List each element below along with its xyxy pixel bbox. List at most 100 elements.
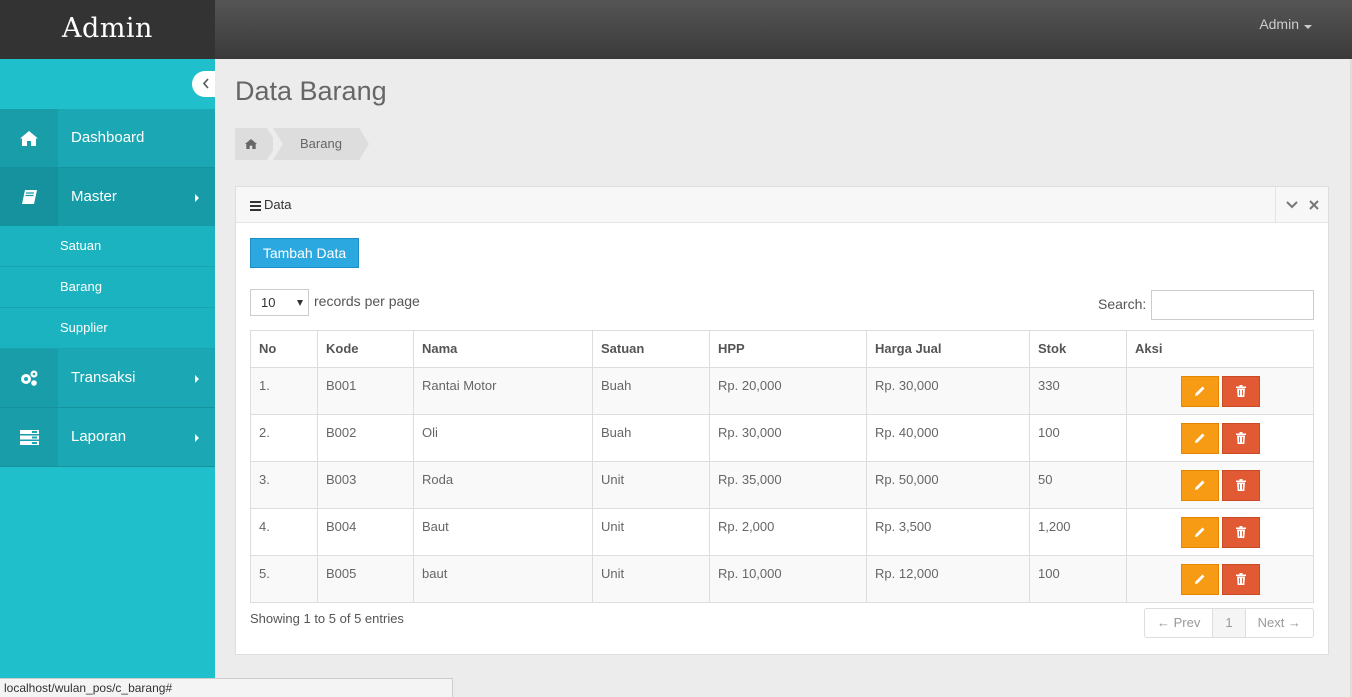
table-cell: Rp. 50,000 [866,461,1030,509]
edit-button[interactable] [1180,470,1219,501]
table-cell: B002 [317,414,414,462]
page-size-select[interactable]: 10 [250,289,309,316]
column-header[interactable]: No [250,330,318,368]
sidebar-item-label: Dashboard [71,129,145,146]
caret-right-icon [195,375,199,383]
panel-title-text: Data [264,197,292,212]
column-header[interactable]: Stok [1029,330,1127,368]
list-icon [0,408,58,466]
sidebar-item-label: Master [71,188,117,205]
edit-button[interactable] [1180,423,1219,454]
trash-icon [1235,432,1246,444]
delete-button[interactable] [1221,517,1260,548]
user-menu[interactable]: Admin [1259,16,1312,32]
prev-button[interactable]: ← Prev [1145,609,1212,637]
brand-logo[interactable]: Admin [0,0,215,59]
bars-icon [250,200,261,211]
table-row: 4. B004 Baut Unit Rp. 2,000 Rp. 3,500 1,200 [250,508,1314,556]
breadcrumb-home[interactable] [235,128,277,160]
sidebar-item-label: Transaksi [71,369,136,386]
row-actions [1126,508,1314,556]
table-cell: 330 [1029,367,1127,415]
panel-tools [1275,187,1328,222]
home-icon [245,139,257,149]
column-header[interactable]: Nama [413,330,593,368]
chevron-down-icon[interactable] [1285,200,1298,209]
table-cell: Rantai Motor [413,367,593,415]
edit-button[interactable] [1180,376,1219,407]
delete-button[interactable] [1221,423,1260,454]
next-button[interactable]: Next → [1246,609,1313,637]
panel-header: Data [236,187,1328,223]
table-cell: Unit [592,461,710,509]
home-icon [0,109,58,167]
breadcrumb-item-barang[interactable]: Barang [273,128,369,160]
trash-icon [1235,526,1246,538]
table-cell: Unit [592,555,710,603]
sidebar-item-dashboard[interactable]: Dashboard [0,109,215,168]
row-actions [1126,414,1314,462]
table-cell: 50 [1029,461,1127,509]
close-icon[interactable] [1308,199,1319,210]
page-title: Data Barang [235,76,387,106]
table-cell: Roda [413,461,593,509]
table-cell: 1. [250,367,318,415]
page-number-button[interactable]: 1 [1212,609,1246,637]
edit-button[interactable] [1180,564,1219,595]
table-cell: B004 [317,508,414,556]
table-cell: 5. [250,555,318,603]
chevron-left-icon [202,78,209,89]
book-icon [0,168,58,226]
sidebar-item-transaksi[interactable]: Transaksi [0,349,215,408]
sidebar-item-master[interactable]: Master [0,168,215,227]
pencil-icon [1194,574,1204,584]
table-row: 3. B003 Roda Unit Rp. 35,000 Rp. 50,000 50 [250,461,1314,509]
delete-button[interactable] [1221,564,1260,595]
trash-icon [1235,479,1246,491]
column-header[interactable]: HPP [709,330,867,368]
table-header-row: No Kode Nama Satuan HPP Harga Jual Stok … [250,330,1314,368]
table-cell: Rp. 35,000 [709,461,867,509]
search-input[interactable] [1151,290,1314,320]
main-content: Data Barang Barang Data Tambah Data 10 r… [215,59,1352,697]
table-cell: Rp. 3,500 [866,508,1030,556]
delete-button[interactable] [1221,376,1260,407]
table-cell: Rp. 30,000 [866,367,1030,415]
caret-right-icon [195,194,199,202]
records-per-page-label: records per page [314,293,420,309]
table-cell: B005 [317,555,414,603]
trash-icon [1235,573,1246,585]
sidebar-item-label: Laporan [71,428,127,445]
table-cell: 4. [250,508,318,556]
sidebar-subitem-satuan[interactable]: Satuan [0,226,215,267]
table-cell: 3. [250,461,318,509]
table-cell: Buah [592,367,710,415]
table-cell: Rp. 30,000 [709,414,867,462]
sidebar-item-laporan[interactable]: Laporan [0,408,215,467]
user-menu-label: Admin [1259,16,1299,32]
table-cell: Rp. 20,000 [709,367,867,415]
sidebar-subitem-supplier[interactable]: Supplier [0,308,215,349]
table-cell: baut [413,555,593,603]
sidebar-collapse-button[interactable] [192,71,215,97]
sidebar: Dashboard Master Satuan Barang Supplier … [0,59,215,697]
table-cell: Unit [592,508,710,556]
column-header[interactable]: Satuan [592,330,710,368]
table-cell: 100 [1029,414,1127,462]
table-cell: Rp. 2,000 [709,508,867,556]
delete-button[interactable] [1221,470,1260,501]
pencil-icon [1194,433,1204,443]
table-cell: 100 [1029,555,1127,603]
pencil-icon [1194,480,1204,490]
add-data-button[interactable]: Tambah Data [250,238,359,268]
table-cell: B003 [317,461,414,509]
caret-right-icon [195,434,199,442]
column-header[interactable]: Kode [317,330,414,368]
table-cell: Rp. 10,000 [709,555,867,603]
table-cell: Buah [592,414,710,462]
edit-button[interactable] [1180,517,1219,548]
column-header[interactable]: Harga Jual [866,330,1030,368]
row-actions [1126,461,1314,509]
data-table: No Kode Nama Satuan HPP Harga Jual Stok … [250,330,1314,603]
sidebar-subitem-barang[interactable]: Barang [0,267,215,308]
